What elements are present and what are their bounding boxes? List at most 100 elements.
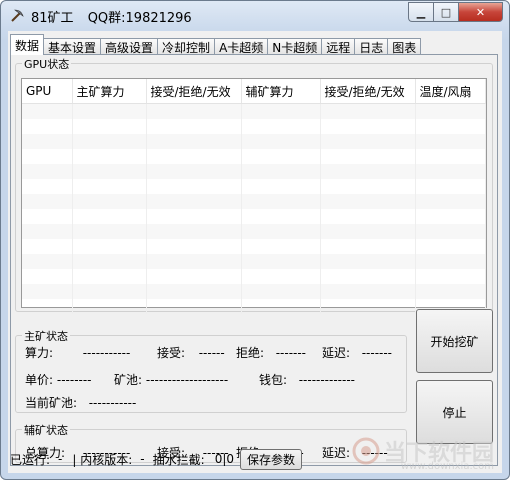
gpu-table-cell xyxy=(241,254,321,269)
gpu-table-cell xyxy=(415,179,486,194)
save-settings-button[interactable]: 保存参数 xyxy=(240,448,302,470)
tab-basic-settings[interactable]: 基本设置 xyxy=(43,38,102,55)
gpu-table-cell xyxy=(241,269,321,284)
gpu-table-cell xyxy=(415,149,486,164)
gpu-table-row[interactable] xyxy=(22,224,486,239)
gpu-table-row[interactable] xyxy=(22,209,486,224)
close-button[interactable]: ✕ xyxy=(458,2,503,22)
gpu-table-cell xyxy=(241,209,321,224)
gpu-table-cell xyxy=(415,224,486,239)
gpu-table-cell xyxy=(241,284,321,299)
tab-nvidia-overclock[interactable]: N卡超频 xyxy=(267,38,323,55)
gpu-table-cell xyxy=(146,164,242,179)
gpu-table-row[interactable] xyxy=(22,194,486,209)
gpu-table-row[interactable] xyxy=(22,103,486,119)
gpu-table-cell xyxy=(146,209,242,224)
gpu-table-cell xyxy=(320,299,416,314)
gpu-table-cell xyxy=(72,179,147,194)
main-latency-line: 延迟: ------- xyxy=(322,344,392,361)
tab-cooling-control[interactable]: 冷却控制 xyxy=(157,38,216,55)
gpu-table-cell xyxy=(415,164,486,179)
gpu-table-cell xyxy=(72,254,147,269)
gpu-table-cell xyxy=(320,134,416,149)
tab-remote[interactable]: 远程 xyxy=(321,38,356,55)
gpu-table-cell xyxy=(146,103,242,119)
gpu-table-cell xyxy=(320,119,416,134)
kernel-version-label: | 内核版本: xyxy=(72,452,133,467)
gpu-table-row[interactable] xyxy=(22,179,486,194)
gpu-table-cell xyxy=(320,239,416,254)
tab-chart[interactable]: 图表 xyxy=(387,38,422,55)
main-current-pool-value: ----------- xyxy=(88,396,137,410)
main-latency-label: 延迟: xyxy=(322,346,351,360)
gpu-table-cell xyxy=(320,254,416,269)
main-price-value: -------- xyxy=(56,373,92,387)
start-mining-button[interactable]: 开始挖矿 xyxy=(416,309,493,373)
gpu-table-row[interactable] xyxy=(22,119,486,134)
gpu-table-cell xyxy=(146,119,242,134)
main-rejected-line: 拒绝: ------- xyxy=(236,344,306,361)
gpu-column-header[interactable]: 接受/拒绝/无效 xyxy=(320,79,416,104)
gpu-table-cell xyxy=(415,134,486,149)
gpu-table-cell xyxy=(415,254,486,269)
gpu-column-header[interactable]: 接受/拒绝/无效 xyxy=(146,79,242,104)
gpu-table-cell xyxy=(22,103,73,119)
gpu-column-header[interactable]: 辅矿算力 xyxy=(241,79,321,104)
main-price-label: 单价: xyxy=(25,373,54,387)
gpu-table-cell xyxy=(320,224,416,239)
gpu-table-row[interactable] xyxy=(22,269,486,284)
gpu-table-cell xyxy=(22,254,73,269)
tab-advanced-settings[interactable]: 高级设置 xyxy=(100,38,159,55)
minimize-button[interactable]: ▁ xyxy=(408,2,433,22)
main-pool-label: 矿池: xyxy=(114,373,143,387)
main-accepted-value: ------ xyxy=(198,346,225,360)
gpu-table-cell xyxy=(146,224,242,239)
main-rejected-value: ------- xyxy=(275,346,307,360)
qq-group: QQ群:19821296 xyxy=(87,11,192,26)
gpu-table[interactable]: GPU 主矿算力 接受/拒绝/无效 辅矿算力 接受/拒绝/无效 温度/风扇 xyxy=(21,78,487,314)
gpu-column-header[interactable]: 主矿算力 xyxy=(72,79,147,104)
gpu-table-row[interactable] xyxy=(22,164,486,179)
tab-data[interactable]: 数据 xyxy=(10,34,45,55)
gpu-table-cell xyxy=(320,209,416,224)
running-label: 已运行: xyxy=(10,452,51,467)
gpu-column-header[interactable]: GPU xyxy=(22,79,73,104)
app-name: 81矿工 xyxy=(31,11,74,26)
window-controls: ▁ □ ✕ xyxy=(408,2,503,22)
gpu-table-cell xyxy=(72,103,147,119)
gpu-table-cell xyxy=(415,194,486,209)
gpu-table-cell xyxy=(72,284,147,299)
gpu-status-label: GPU状态 xyxy=(22,56,72,72)
gpu-table-row[interactable] xyxy=(22,239,486,254)
gpu-table-cell xyxy=(415,284,486,299)
gpu-status-group: GPU状态 GPU 主矿算力 接受/拒绝/无效 辅矿算力 接受/拒绝/无效 温度/风扇 xyxy=(15,56,493,314)
title-bar[interactable]: 81矿工 QQ群:19821296 ▁ □ ✕ xyxy=(1,1,509,31)
aux-latency-label: 延迟: xyxy=(322,446,351,460)
tab-amd-overclock[interactable]: A卡超频 xyxy=(214,38,269,55)
running-value: - xyxy=(58,452,63,466)
gpu-table-row[interactable] xyxy=(22,254,486,269)
maximize-button[interactable]: □ xyxy=(433,2,458,22)
gpu-table-header: GPU 主矿算力 接受/拒绝/无效 辅矿算力 接受/拒绝/无效 温度/风扇 xyxy=(22,79,486,104)
client-area: 数据 基本设置 高级设置 冷却控制 A卡超频 N卡超频 远程 日志 图表 GPU… xyxy=(8,31,502,473)
gpu-table-cell xyxy=(320,194,416,209)
gpu-table-cell xyxy=(22,134,73,149)
main-price-line: 单价: -------- xyxy=(25,371,92,388)
gpu-table-cell xyxy=(146,149,242,164)
gpu-table-cell xyxy=(146,269,242,284)
gpu-table-cell xyxy=(22,299,73,314)
gpu-table-cell xyxy=(415,239,486,254)
gpu-column-header[interactable]: 温度/风扇 xyxy=(415,79,486,104)
gpu-table-body xyxy=(22,103,486,314)
gpu-table-cell xyxy=(22,149,73,164)
gpu-table-cell xyxy=(22,179,73,194)
gpu-table-cell xyxy=(146,284,242,299)
gpu-table-cell xyxy=(72,134,147,149)
gpu-table-row[interactable] xyxy=(22,284,486,299)
gpu-table-cell xyxy=(320,164,416,179)
gpu-table-cell xyxy=(146,194,242,209)
gpu-table-row[interactable] xyxy=(22,134,486,149)
intercept-label: 抽水拦截: xyxy=(152,452,205,467)
tab-log[interactable]: 日志 xyxy=(354,38,389,55)
gpu-table-row[interactable] xyxy=(22,149,486,164)
